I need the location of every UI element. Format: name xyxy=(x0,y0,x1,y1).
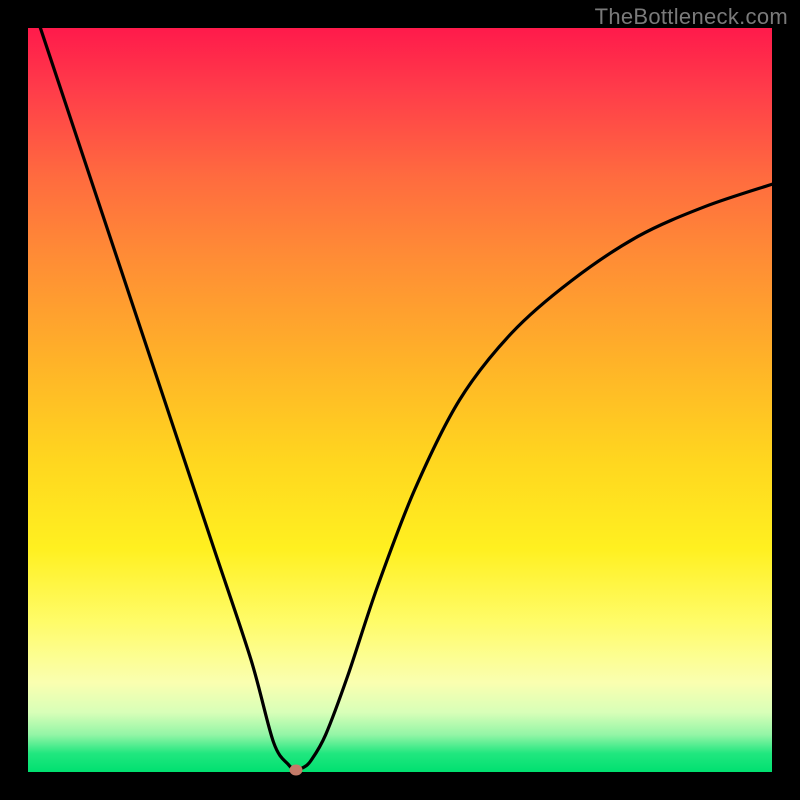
chart-frame: TheBottleneck.com xyxy=(0,0,800,800)
minimum-marker xyxy=(289,764,302,775)
bottleneck-curve xyxy=(28,28,772,772)
watermark-text: TheBottleneck.com xyxy=(595,4,788,30)
plot-area xyxy=(28,28,772,772)
